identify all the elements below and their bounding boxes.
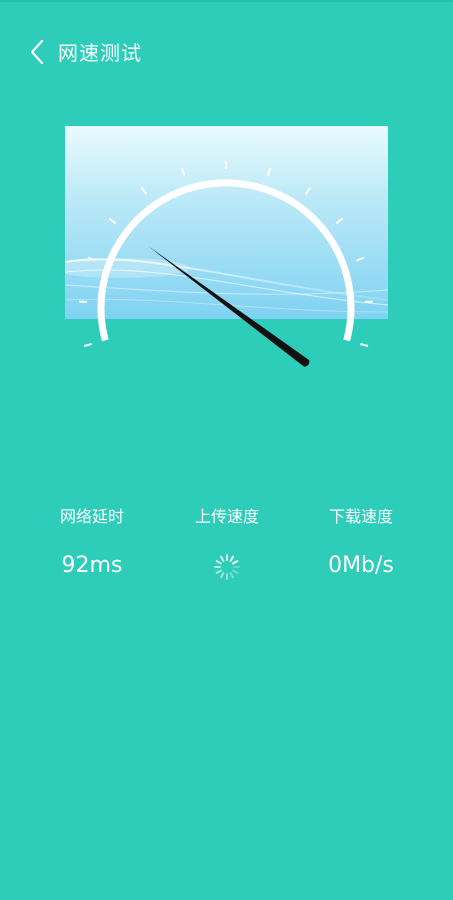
download-stat: 下载速度 0Mb/s (286, 505, 436, 581)
gauge-tick (360, 343, 369, 347)
spinner-segment (232, 560, 239, 565)
upload-stat: 上传速度 (152, 505, 302, 581)
spinner-segment (220, 572, 225, 579)
latency-value: 92ms (61, 553, 123, 578)
speed-gauge (0, 0, 453, 420)
download-label: 下载速度 (328, 507, 393, 526)
loading-spinner-icon (213, 553, 241, 581)
upload-label: 上传速度 (194, 507, 259, 526)
download-value: 0Mb/s (328, 553, 394, 578)
gauge-tick (83, 343, 92, 347)
spinner-segment (215, 560, 222, 565)
spinner-segment (232, 569, 239, 574)
latency-label: 网络延时 (59, 507, 124, 526)
spinner-segment (220, 555, 225, 562)
latency-stat: 网络延时 92ms (17, 505, 167, 581)
spinner-segment (229, 572, 234, 579)
spinner-segment (215, 569, 222, 574)
spinner-segment (229, 555, 234, 562)
speed-gauge-graphic (65, 126, 388, 367)
